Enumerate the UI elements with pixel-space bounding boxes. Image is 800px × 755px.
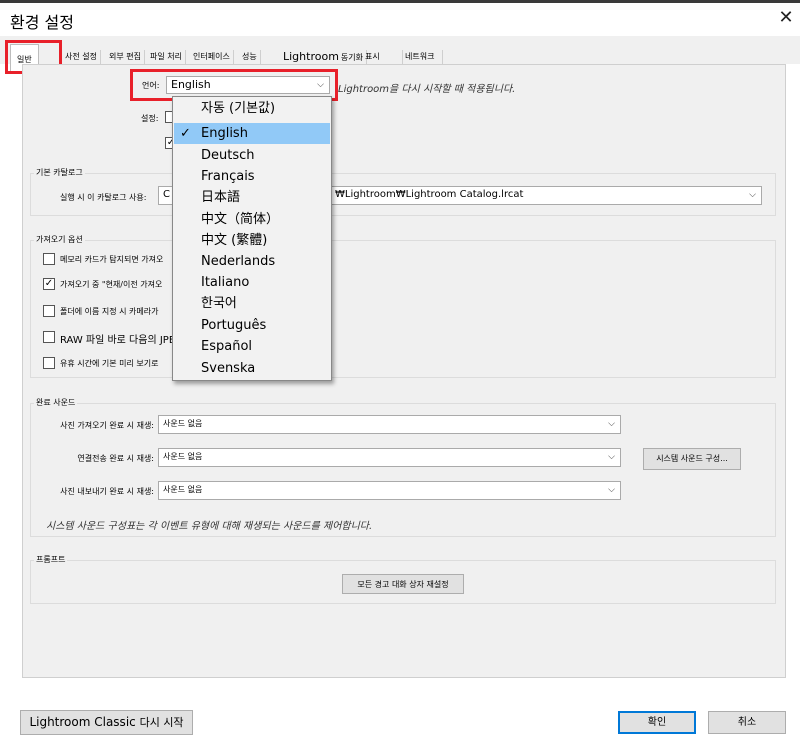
option-label: English [201, 126, 248, 141]
ok-button[interactable]: 확인 [618, 711, 696, 734]
chevron-down-icon: ⌵ [608, 452, 615, 462]
language-option[interactable]: Italiano [174, 272, 330, 293]
restart-lightroom-button[interactable]: Lightroom Classic 다시 시작 [20, 710, 193, 735]
sound-row-label: 연결전송 완료 시 재생: [77, 454, 154, 463]
option-label: 中文（简体） [201, 212, 280, 227]
language-option[interactable]: 日本語 [174, 187, 330, 208]
language-option[interactable]: Español [174, 336, 330, 357]
language-option[interactable]: 中文（简体） [174, 209, 330, 230]
language-option[interactable]: Svenska [174, 358, 330, 379]
catalog-value-prefix: C [163, 189, 170, 200]
option-label: Nederlands [201, 254, 276, 269]
import-checkbox[interactable] [43, 357, 55, 369]
import-checkbox[interactable] [43, 253, 55, 265]
option-label: 中文 (繁體) [201, 233, 268, 248]
chevron-down-icon: ⌵ [608, 419, 615, 429]
option-label: Italiano [201, 275, 250, 290]
window-title: 환경 설정 [10, 13, 74, 32]
catalog-group-label: 기본 카탈로그 [34, 167, 85, 178]
sound-value: 사운드 없음 [163, 419, 203, 428]
system-sounds-note: 시스템 사운드 구성표는 각 이벤트 유형에 대해 재생되는 사운드를 제어합니… [46, 521, 373, 532]
startup-catalog-label: 실행 시 이 카탈로그 사용: [60, 193, 147, 202]
option-label: 한국어 [201, 296, 237, 311]
completion-sound-group-label: 완료 사운드 [34, 397, 78, 408]
language-option[interactable]: Français [174, 166, 330, 187]
language-option-selected[interactable]: ✓ English [174, 123, 330, 144]
option-label: Español [201, 339, 253, 354]
language-option[interactable]: 中文 (繁體) [174, 230, 330, 251]
prompts-group-label: 프롬프트 [34, 554, 68, 565]
import-checkbox[interactable]: ✓ [43, 278, 55, 290]
option-label: Français [201, 169, 255, 184]
checkmark-icon: ✓ [180, 126, 191, 141]
tab-interface[interactable]: 인터페이스 [190, 50, 234, 64]
language-option[interactable]: 자동 (기본값) [174, 98, 330, 119]
import-option-label: 메모리 카드가 탐지되면 가져오 [60, 255, 164, 264]
restart-button-bold: Lightroom Classic [29, 715, 136, 729]
restart-button-rest: 다시 시작 [139, 716, 184, 729]
tab-sync-suffix: 동기화 [340, 53, 364, 62]
sound-value: 사운드 없음 [163, 452, 203, 461]
import-options-group-label: 가져오기 옵션 [34, 234, 85, 245]
catalog-value-suffix: ₩Lightroom₩Lightroom Catalog.lrcat [335, 189, 524, 200]
tab-display[interactable]: 표시 [362, 50, 403, 64]
window-top-border [0, 0, 800, 3]
tab-external-editing[interactable]: 외부 편집 [106, 50, 145, 64]
language-option[interactable]: Deutsch [174, 145, 330, 166]
tether-sound-select[interactable]: 사운드 없음 ⌵ [158, 448, 621, 467]
import-option-label: 폴더에 이름 지정 시 카메라가 [60, 307, 159, 316]
cancel-button[interactable]: 취소 [708, 711, 786, 734]
import-option-label: RAW 파일 바로 다음의 JPE [60, 335, 176, 346]
close-icon[interactable]: ✕ [776, 8, 796, 28]
language-option[interactable]: Nederlands [174, 251, 330, 272]
language-option[interactable]: Português [174, 315, 330, 336]
language-hint: Lightroom을 다시 시작할 때 적용됩니다. [338, 84, 516, 95]
option-label: Deutsch [201, 148, 255, 163]
sound-row-label: 사진 가져오기 완료 시 재생: [60, 421, 154, 430]
language-dropdown-list: 자동 (기본값) ✓ English Deutsch Français 日本語 中… [172, 96, 332, 381]
import-checkbox[interactable] [43, 331, 55, 343]
sound-value: 사운드 없음 [163, 485, 203, 494]
import-checkbox[interactable] [43, 305, 55, 317]
tab-lightroom-sync[interactable]: Lightroom 동기화 [280, 50, 368, 64]
tab-sync-label: Lightroom [283, 50, 339, 63]
sound-row-label: 사진 내보내기 완료 시 재생: [60, 487, 154, 496]
option-label: 日本語 [201, 190, 241, 205]
reset-warnings-button[interactable]: 모든 경고 대화 상자 재설정 [342, 574, 464, 594]
option-label: Português [201, 318, 267, 333]
import-option-label: 가져오기 중 "현재/이전 가져오 [60, 280, 163, 289]
chevron-down-icon: ⌵ [749, 190, 756, 200]
language-option[interactable]: 한국어 [174, 293, 330, 314]
import-sound-select[interactable]: 사운드 없음 ⌵ [158, 415, 621, 434]
settings-label: 설정: [141, 114, 159, 123]
chevron-down-icon: ⌵ [608, 485, 615, 495]
tab-network[interactable]: 네트워크 [402, 50, 443, 64]
tab-performance[interactable]: 성능 [239, 50, 261, 64]
tab-file-handling[interactable]: 파일 처리 [147, 50, 186, 64]
system-sounds-button[interactable]: 시스템 사운드 구성... [643, 448, 741, 470]
import-option-label: 유휴 시간에 기본 미리 보기로 [60, 359, 159, 368]
option-label: 자동 (기본값) [201, 101, 276, 116]
option-label: Svenska [201, 361, 256, 376]
export-sound-select[interactable]: 사운드 없음 ⌵ [158, 481, 621, 500]
tab-presets[interactable]: 사전 설정 [62, 50, 101, 64]
